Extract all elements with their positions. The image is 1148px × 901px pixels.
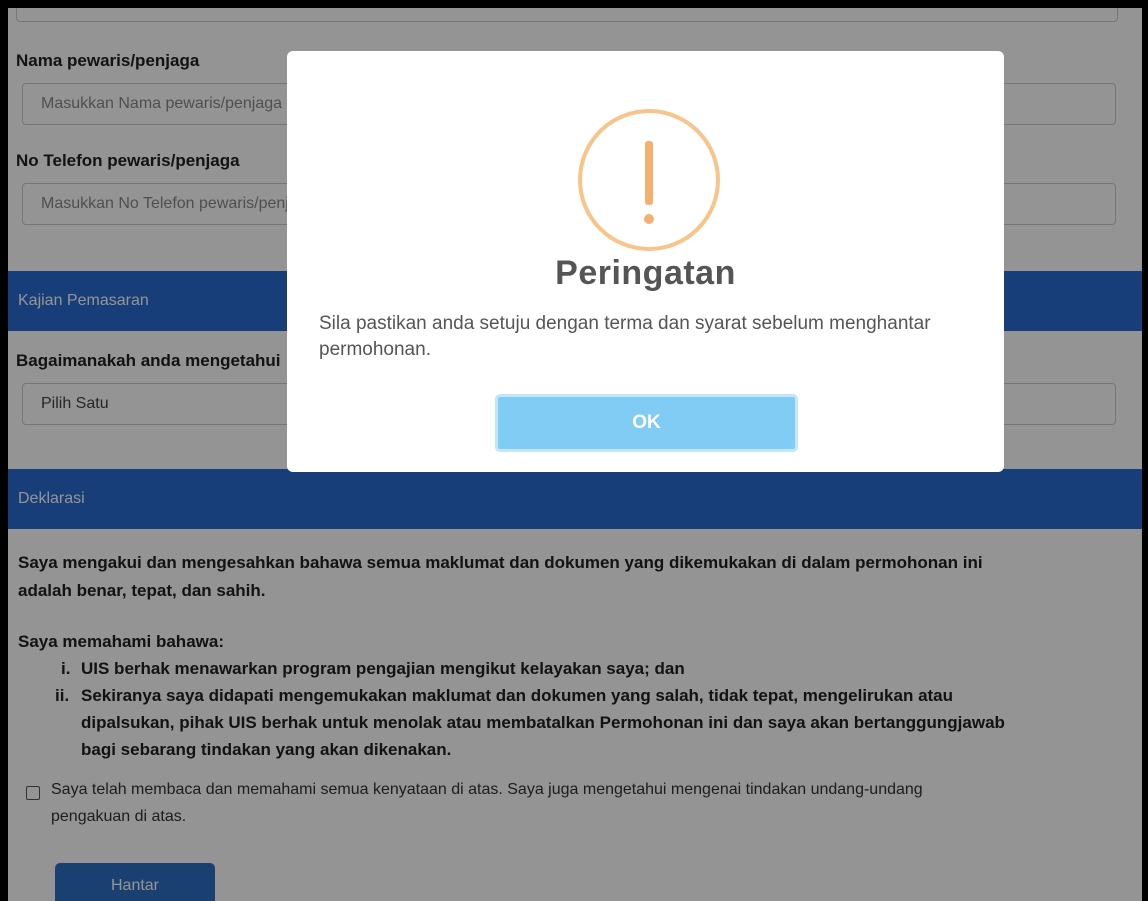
dialog-message: Sila pastikan anda setuju dengan terma d… bbox=[319, 313, 931, 360]
warning-icon-dot bbox=[644, 214, 654, 224]
dialog-title: Peringatan bbox=[555, 254, 736, 292]
ok-button[interactable]: OK bbox=[495, 394, 798, 452]
warning-icon bbox=[578, 109, 720, 251]
warning-dialog: Peringatan Sila pastikan anda setuju den… bbox=[287, 51, 1004, 472]
browser-viewport: Nama pewaris/penjaga Masukkan Nama pewar… bbox=[0, 0, 1148, 901]
warning-icon-bar bbox=[645, 141, 653, 205]
